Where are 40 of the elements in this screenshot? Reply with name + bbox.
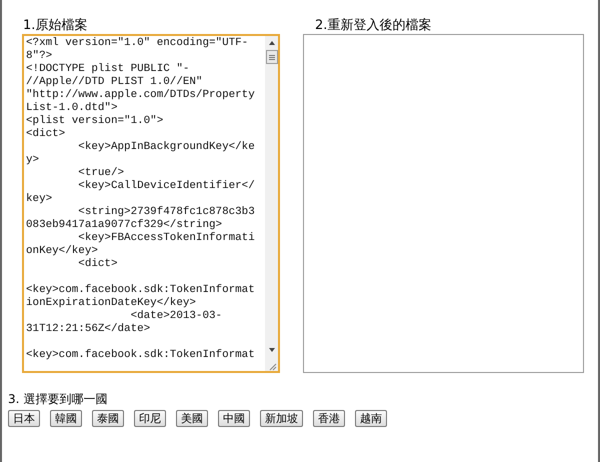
scroll-up-icon[interactable] [266, 39, 276, 47]
code-line: <true/> [77, 167, 124, 180]
code-line: <!DOCTYPE plist PUBLIC "- [26, 63, 190, 76]
country-button[interactable]: 新加坡 [260, 410, 303, 427]
code-line: 083eb9417a1a9077cf329</string> [26, 219, 222, 232]
code-line: "http://www.apple.com/DTDs/Property [26, 89, 255, 102]
scroll-thumb[interactable] [266, 50, 278, 64]
code-line: ionExpirationDateKey</key> [26, 297, 196, 310]
country-button[interactable]: 日本 [8, 410, 40, 427]
country-button[interactable]: 美國 [176, 410, 208, 427]
scrollbar[interactable] [265, 36, 278, 371]
country-button[interactable]: 印尼 [134, 410, 166, 427]
scroll-down-icon[interactable] [266, 346, 276, 354]
code-line: <key>com.facebook.sdk:TokenInformat [26, 284, 255, 297]
code-line: 8"?> [26, 50, 52, 63]
field-label: 2.重新登入後的檔案 [315, 18, 432, 34]
code-line: <key>com.facebook.sdk:TokenInformat [26, 349, 255, 362]
section-label: 3. 選擇要到哪一國 [8, 392, 108, 407]
code-line: <key>AppInBackgroundKey</ke [77, 141, 255, 154]
country-button[interactable]: 香港 [313, 410, 345, 427]
code-line: //Apple//DTD PLIST 1.0//EN" [26, 76, 202, 89]
code-line: <key>CallDeviceIdentifier</ [77, 180, 255, 193]
field-label: 1.原始檔案 [23, 18, 88, 34]
code-line: <date>2013-03- [130, 310, 222, 323]
code-line: <string>2739f478fc1c878c3b3 [77, 206, 255, 219]
code-line: 31T12:21:56Z</date> [26, 323, 150, 336]
code-line: List-1.0.dtd"> [26, 102, 118, 115]
code-line: key> [26, 193, 52, 206]
code-line: <plist version="1.0"> [26, 115, 164, 128]
country-button[interactable]: 中國 [218, 410, 250, 427]
code-line: <?xml version="1.0" encoding="UTF- [26, 37, 248, 50]
country-button[interactable]: 韓國 [50, 410, 82, 427]
country-button[interactable]: 泰國 [92, 410, 124, 427]
code-line: y> [26, 154, 40, 167]
code-line: <dict> [77, 258, 118, 271]
code-line: <key>FBAccessTokenInformati [77, 232, 255, 245]
text-area[interactable] [22, 34, 280, 373]
country-button[interactable]: 越南 [355, 410, 387, 427]
code-line: onKey</key> [26, 245, 98, 258]
code-line: <dict> [26, 128, 66, 141]
